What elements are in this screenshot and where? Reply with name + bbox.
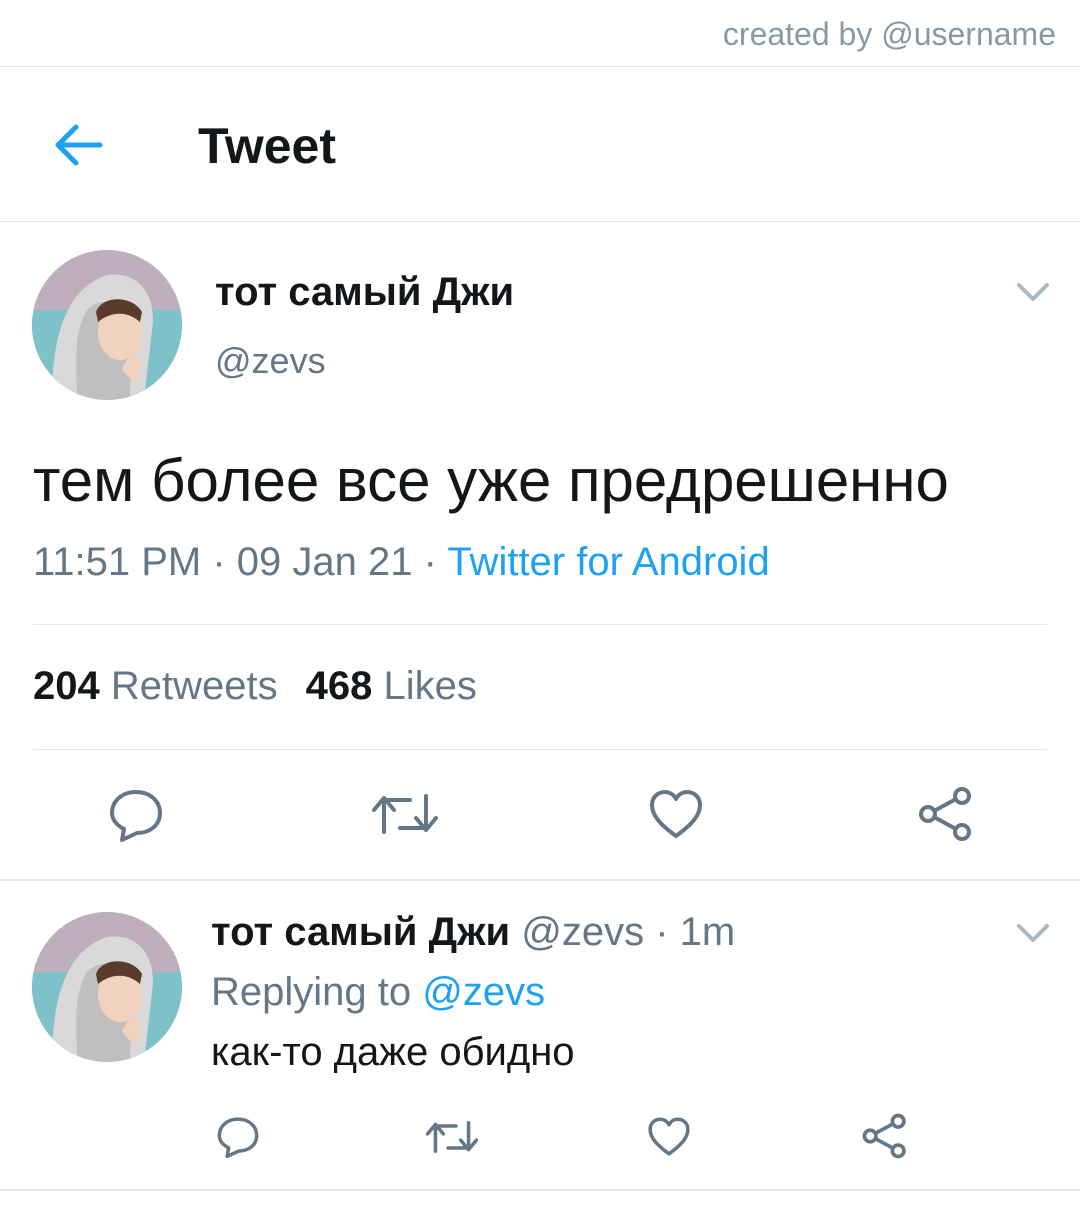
arrow-left-icon — [55, 124, 103, 166]
share-icon[interactable] — [862, 1113, 908, 1159]
reply-time: 1m — [679, 910, 736, 954]
retweets-label: Retweets — [110, 664, 278, 708]
reply-author-name[interactable]: тот самый Джи — [211, 910, 510, 954]
likes-stat[interactable]: 468 Likes — [306, 664, 477, 708]
retweet-icon[interactable] — [372, 790, 438, 838]
like-icon[interactable] — [647, 1116, 691, 1157]
back-button[interactable] — [46, 115, 110, 175]
like-icon[interactable] — [648, 788, 704, 840]
avatar[interactable] — [32, 250, 182, 400]
section-divider — [0, 1189, 1080, 1191]
watermark-bar: created by @username — [0, 0, 1080, 67]
share-icon[interactable] — [918, 786, 974, 842]
retweets-count: 204 — [33, 664, 100, 708]
top-app-bar: Tweet — [0, 67, 1080, 222]
reply-icon[interactable] — [108, 788, 164, 842]
chevron-down-icon[interactable] — [1013, 918, 1053, 948]
author-name[interactable]: тот самый Джи — [215, 270, 514, 315]
chevron-down-icon[interactable] — [1013, 277, 1053, 307]
retweet-icon[interactable] — [426, 1118, 478, 1156]
avatar[interactable] — [32, 912, 182, 1062]
reply-time-separator: · — [644, 910, 680, 954]
section-divider — [0, 879, 1080, 881]
page-title: Tweet — [198, 118, 336, 174]
divider — [33, 624, 1047, 625]
avatar-image — [32, 250, 182, 400]
meta-separator: · — [201, 540, 237, 584]
meta-separator: · — [412, 540, 448, 584]
tweet-time: 11:51 PM — [33, 540, 202, 584]
tweet-text: тем более все уже предрешенно — [33, 447, 949, 514]
watermark-text: created by @username — [722, 16, 1056, 52]
author-handle[interactable]: @zevs — [215, 340, 326, 382]
reply-icon[interactable] — [216, 1116, 260, 1158]
reply-text: как-то даже обидно — [211, 1030, 575, 1074]
tweet-date: 09 Jan 21 — [236, 540, 413, 584]
likes-label: Likes — [383, 664, 477, 708]
tweet-source-link[interactable]: Twitter for Android — [447, 540, 769, 584]
likes-count: 468 — [305, 664, 373, 708]
mention-link[interactable]: @zevs — [422, 970, 545, 1014]
tweet-meta: 11:51 PM · 09 Jan 21 · Twitter for Andro… — [33, 540, 770, 585]
reply-author-handle[interactable]: @zevs — [521, 910, 644, 954]
replying-to: Replying to @zevs — [211, 970, 545, 1015]
reply-header: тот самый Джи @zevs · 1m — [211, 910, 735, 955]
retweets-stat[interactable]: 204 Retweets — [33, 664, 278, 708]
avatar-image — [32, 912, 182, 1062]
divider — [33, 749, 1047, 750]
tweet-stats: 204 Retweets 468 Likes — [33, 664, 477, 709]
replying-label: Replying to — [211, 970, 412, 1014]
